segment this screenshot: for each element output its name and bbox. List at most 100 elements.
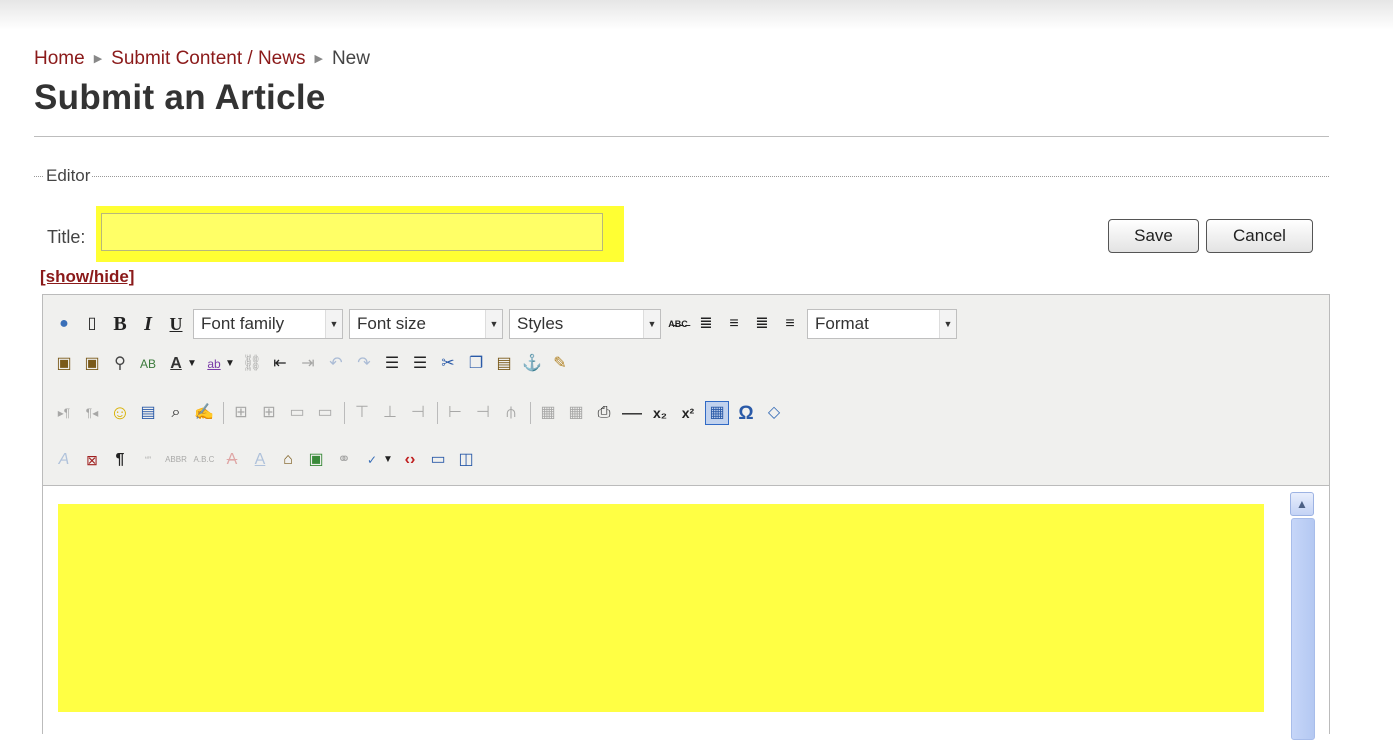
insert-layer-icon[interactable]: ⊠	[81, 449, 103, 471]
delete-row-icon[interactable]: ⊣	[407, 402, 429, 424]
styles-select[interactable]: Styles ▼	[509, 309, 661, 339]
emoticon-icon[interactable]: ☺	[109, 402, 131, 424]
media-icon[interactable]: ▤	[137, 402, 159, 424]
insert-table-icon[interactable]: ⊞	[230, 402, 252, 424]
toolbar-row-1: ● ▯ B I U Font family ▼ Font size ▼ Styles…	[53, 307, 963, 341]
row-props-icon[interactable]: ▭	[286, 402, 308, 424]
abbr-icon[interactable]: ABBR	[165, 449, 187, 471]
paste-icon[interactable]: ▤	[493, 353, 515, 375]
new-document-icon[interactable]: ▯	[81, 313, 103, 335]
font-family-select[interactable]: Font family ▼	[193, 309, 343, 339]
merge-cells-icon[interactable]: ▦	[565, 402, 587, 424]
del-icon[interactable]: A	[221, 449, 243, 471]
insert-col-after-icon[interactable]: ⊣	[472, 402, 494, 424]
paste-word-icon[interactable]: ▣	[53, 353, 75, 375]
attribs-icon[interactable]: ⌂	[277, 449, 299, 471]
visual-aid-icon[interactable]: ▦	[705, 401, 729, 425]
rich-text-editor: ● ▯ B I U Font family ▼ Font size ▼ Styles…	[42, 294, 1330, 740]
special-char-icon[interactable]: Ω	[735, 402, 757, 424]
editor-fieldset: Editor	[34, 166, 1329, 186]
superscript-icon[interactable]: x²	[677, 402, 699, 424]
bold-button[interactable]: B	[109, 313, 131, 335]
save-button[interactable]: Save	[1108, 219, 1199, 253]
editor-content-area[interactable]: ▲	[43, 485, 1329, 740]
toolbar-row-4: A ⊠ ¶ “” ABBR A.B.C A A ⌂ ▣ ⚭ ✓ ▼ ‹› ▭ ◫	[53, 443, 483, 477]
italic-button[interactable]: I	[137, 313, 159, 335]
html-source-icon[interactable]: ‹›	[399, 449, 421, 471]
ltr-icon[interactable]: ▸¶	[53, 402, 75, 424]
unlink-icon[interactable]: ⛓	[241, 353, 263, 375]
cancel-button[interactable]: Cancel	[1206, 219, 1313, 253]
cleanup-icon[interactable]: ✎	[549, 353, 571, 375]
preview-icon[interactable]: ⌕	[165, 402, 187, 424]
vertical-scrollbar[interactable]: ▲	[1287, 486, 1317, 740]
insert-row-after-icon[interactable]: ⊥	[379, 402, 401, 424]
title-divider	[34, 136, 1329, 137]
styleprops-icon[interactable]: A	[53, 449, 75, 471]
visual-chars-icon[interactable]: ¶	[109, 449, 131, 471]
redo-icon[interactable]: ↷	[353, 353, 375, 375]
numbered-list-icon[interactable]: ☰	[381, 353, 403, 375]
toolbar-separator	[223, 402, 224, 424]
outdent-icon[interactable]: ⇤	[269, 353, 291, 375]
font-color-dropdown-icon[interactable]: ▼	[187, 353, 197, 375]
link-icon[interactable]: ⚭	[333, 449, 355, 471]
delete-col-icon[interactable]: ⫛	[500, 402, 522, 424]
print-icon[interactable]: ⎙	[593, 402, 615, 424]
align-right-icon[interactable]: ≣	[751, 313, 773, 335]
copy-icon[interactable]: ❐	[465, 353, 487, 375]
anchor-icon[interactable]: ⚓	[521, 353, 543, 375]
paste-text-icon[interactable]: ▣	[81, 353, 103, 375]
table-props-icon[interactable]: ⊞	[258, 402, 280, 424]
cite-icon[interactable]: “”	[137, 449, 159, 471]
scrollbar-thumb[interactable]	[1291, 518, 1315, 740]
horizontal-rule-icon[interactable]: —	[621, 402, 643, 424]
help-icon[interactable]: ●	[53, 313, 75, 335]
insert-row-before-icon[interactable]: ⊤	[351, 402, 373, 424]
breadcrumb-home[interactable]: Home	[34, 48, 85, 69]
chevron-down-icon: ▼	[643, 310, 660, 338]
highlight-dropdown-icon[interactable]: ▼	[225, 353, 235, 375]
undo-icon[interactable]: ↶	[325, 353, 347, 375]
toolbar-separator	[344, 402, 345, 424]
toolbar-separator	[437, 402, 438, 424]
split-cells-icon[interactable]: ▦	[537, 402, 559, 424]
toolbar-row-3: ▸¶ ¶◂ ☺ ▤ ⌕ ✍ ⊞ ⊞ ▭ ▭ ⊤ ⊥ ⊣ ⊢ ⊣ ⫛ ▦ ▦ ⎙ …	[53, 396, 791, 430]
find-icon[interactable]: ⚲	[109, 353, 131, 375]
page-break-icon[interactable]: ▭	[427, 449, 449, 471]
edit-document-icon[interactable]: ✍	[193, 402, 215, 424]
format-select[interactable]: Format ▼	[807, 309, 957, 339]
template-icon[interactable]: ◫	[455, 449, 477, 471]
strikethrough-icon[interactable]: A̶B̶C̶	[667, 313, 689, 335]
highlight-color-icon[interactable]: ab	[203, 353, 225, 375]
font-size-select[interactable]: Font size ▼	[349, 309, 503, 339]
bullet-list-icon[interactable]: ☰	[409, 353, 431, 375]
cell-props-icon[interactable]: ▭	[314, 402, 336, 424]
align-left-icon[interactable]: ≣	[695, 313, 717, 335]
breadcrumb-separator-icon: ▶	[93, 53, 103, 66]
image-icon[interactable]: ▣	[305, 449, 327, 471]
breadcrumb-submit-content[interactable]: Submit Content / News	[111, 48, 305, 69]
chevron-down-icon: ▼	[485, 310, 502, 338]
indent-icon[interactable]: ⇥	[297, 353, 319, 375]
cut-icon[interactable]: ✂	[437, 353, 459, 375]
scroll-up-icon[interactable]: ▲	[1290, 492, 1314, 516]
acronym-icon[interactable]: A.B.C	[193, 449, 215, 471]
chevron-down-icon: ▼	[939, 310, 956, 338]
rtl-icon[interactable]: ¶◂	[81, 402, 103, 424]
page-title: Submit an Article	[34, 78, 326, 117]
align-justify-icon[interactable]: ≡	[779, 313, 801, 335]
underline-button[interactable]: U	[165, 313, 187, 335]
toolbar-row-2: ▣ ▣ ⚲ AB A ▼ ab ▼ ⛓ ⇤ ⇥ ↶ ↷ ☰ ☰ ✂ ❐ ▤ ⚓ …	[53, 347, 577, 381]
align-center-icon[interactable]: ≡	[723, 313, 745, 335]
show-hide-link[interactable]: [show/hide]	[40, 267, 134, 287]
spellcheck-dropdown-icon[interactable]: ▼	[383, 449, 393, 471]
insert-col-before-icon[interactable]: ⊢	[444, 402, 466, 424]
ins-icon[interactable]: A	[249, 449, 271, 471]
subscript-icon[interactable]: x₂	[649, 402, 671, 424]
title-input[interactable]	[101, 213, 603, 251]
font-color-icon[interactable]: A	[165, 353, 187, 375]
spellcheck-icon[interactable]: ✓	[361, 449, 383, 471]
replace-icon[interactable]: AB	[137, 353, 159, 375]
eraser-icon[interactable]: ◇	[763, 402, 785, 424]
